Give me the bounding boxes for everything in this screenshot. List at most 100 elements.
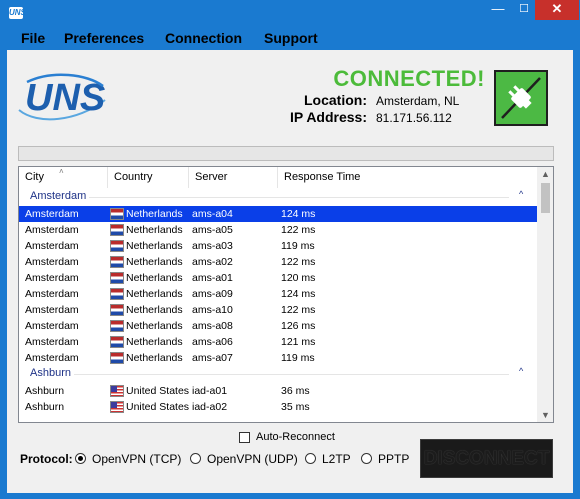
cell-response-time: 119 ms [281,240,315,252]
cell-city: Amsterdam [25,304,79,316]
cell-response-time: 124 ms [281,288,316,300]
cell-city: Amsterdam [25,272,79,284]
group-header-ashburn[interactable]: Ashburn ^ [19,366,537,382]
cell-country: Netherlands [126,240,183,252]
server-row[interactable]: Amsterdam Netherlands ams-a10 122 ms [19,302,537,318]
maximize-button[interactable]: ☐ [511,0,537,20]
cell-city: Amsterdam [25,240,79,252]
server-row[interactable]: Amsterdam Netherlands ams-a06 121 ms [19,334,537,350]
main-panel: UNS CONNECTED! Location: Amsterdam, NL I… [7,50,573,493]
cell-server: ams-a07 [192,352,233,364]
column-header-label: City [25,171,44,183]
connection-progress-bar [18,146,554,161]
connection-status: CONNECTED! [333,66,485,91]
server-row[interactable]: Amsterdam Netherlands ams-a05 122 ms [19,222,537,238]
menu-support[interactable]: Support [264,30,318,46]
column-header-country[interactable]: Country [108,167,189,188]
server-row[interactable]: Amsterdam Netherlands ams-a04 124 ms [19,206,537,222]
cell-server: ams-a08 [192,320,233,332]
cell-country: Netherlands [126,304,183,316]
cell-response-time: 120 ms [281,272,316,284]
cell-server: ams-a03 [192,240,233,252]
radio-pptp-label[interactable]: PPTP [378,452,409,466]
radio-l2tp-label[interactable]: L2TP [322,452,351,466]
cell-response-time: 126 ms [281,320,316,332]
cell-response-time: 124 ms [281,208,316,220]
connection-toggle-button[interactable] [494,70,548,126]
netherlands-flag-icon [110,224,124,236]
close-button[interactable]: ✕ [535,0,579,20]
radio-l2tp[interactable] [305,453,316,464]
cell-response-time: 119 ms [281,352,315,364]
menu-connection[interactable]: Connection [165,30,242,46]
netherlands-flag-icon [110,304,124,316]
minimize-button[interactable]: — [485,0,511,20]
plug-icon [501,77,541,119]
group-header-amsterdam[interactable]: Amsterdam ^ [19,189,537,205]
cell-server: ams-a10 [192,304,233,316]
uns-logo: UNS [18,73,106,121]
ip-address-value: 81.171.56.112 [376,111,452,125]
menu-preferences[interactable]: Preferences [64,30,144,46]
radio-pptp[interactable] [361,453,372,464]
cell-country: Netherlands [126,272,183,284]
scrollbar-thumb[interactable] [541,183,550,213]
cell-response-time: 36 ms [281,385,310,397]
radio-openvpn-tcp-label[interactable]: OpenVPN (TCP) [92,452,181,466]
group-name: Ashburn [30,367,71,379]
cell-response-time: 122 ms [281,256,316,268]
ip-address-label: IP Address: [289,109,367,125]
server-row[interactable]: Amsterdam Netherlands ams-a09 124 ms [19,286,537,302]
protocol-label: Protocol: [20,452,73,466]
column-header-response-time[interactable]: Response Time [278,167,537,188]
server-row[interactable]: Amsterdam Netherlands ams-a08 126 ms [19,318,537,334]
server-row[interactable]: Amsterdam Netherlands ams-a03 119 ms [19,238,537,254]
server-row[interactable]: Amsterdam Netherlands ams-a01 120 ms [19,270,537,286]
server-row[interactable]: Amsterdam Netherlands ams-a02 122 ms [19,254,537,270]
server-row[interactable]: Ashburn United States iad-a01 36 ms [19,383,537,399]
column-header-city[interactable]: City ˄ [19,167,108,188]
cell-response-time: 35 ms [281,401,310,413]
cell-country: Netherlands [126,336,183,348]
cell-server: ams-a05 [192,224,233,236]
cell-city: Amsterdam [25,256,79,268]
auto-reconnect-checkbox[interactable] [239,432,250,443]
radio-openvpn-udp-label[interactable]: OpenVPN (UDP) [207,452,298,466]
group-divider [74,374,509,375]
cell-server: iad-a01 [192,385,228,397]
scroll-down-arrow-icon[interactable]: ▼ [537,410,553,420]
app-logo-icon: UNS [9,7,26,19]
united-states-flag-icon [110,385,124,397]
vertical-scrollbar[interactable]: ▲ ▼ [537,167,553,422]
column-header-server[interactable]: Server [189,167,278,188]
cell-country: United States [126,401,190,413]
radio-openvpn-tcp[interactable] [75,453,86,464]
title-bar[interactable]: UNS — ☐ ✕ [0,0,580,26]
netherlands-flag-icon [110,256,124,268]
menu-bar: File Preferences Connection Support [7,26,573,50]
cell-server: ams-a06 [192,336,233,348]
group-divider [89,197,509,198]
cell-server: ams-a09 [192,288,233,300]
collapse-chevron-icon[interactable]: ^ [519,366,523,376]
location-value: Amsterdam, NL [376,94,460,108]
location-label: Location: [304,92,367,108]
radio-openvpn-udp[interactable] [190,453,201,464]
cell-country: Netherlands [126,208,183,220]
cell-city: Ashburn [25,385,65,397]
scroll-up-arrow-icon[interactable]: ▲ [537,169,553,179]
server-list[interactable]: City ˄ Country Server Response Time Amst… [18,166,554,423]
cell-response-time: 122 ms [281,224,316,236]
cell-server: ams-a01 [192,272,233,284]
netherlands-flag-icon [110,272,124,284]
netherlands-flag-icon [110,240,124,252]
united-states-flag-icon [110,401,124,413]
server-row[interactable]: Amsterdam Netherlands ams-a07 119 ms [19,350,537,366]
collapse-chevron-icon[interactable]: ^ [519,189,523,199]
auto-reconnect-label[interactable]: Auto-Reconnect [256,431,335,443]
disconnect-button[interactable]: DISCONNECT [420,439,553,478]
menu-file[interactable]: File [21,30,45,46]
sort-ascending-icon: ˄ [59,167,64,176]
cell-server: ams-a02 [192,256,233,268]
server-row[interactable]: Ashburn United States iad-a02 35 ms [19,399,537,415]
